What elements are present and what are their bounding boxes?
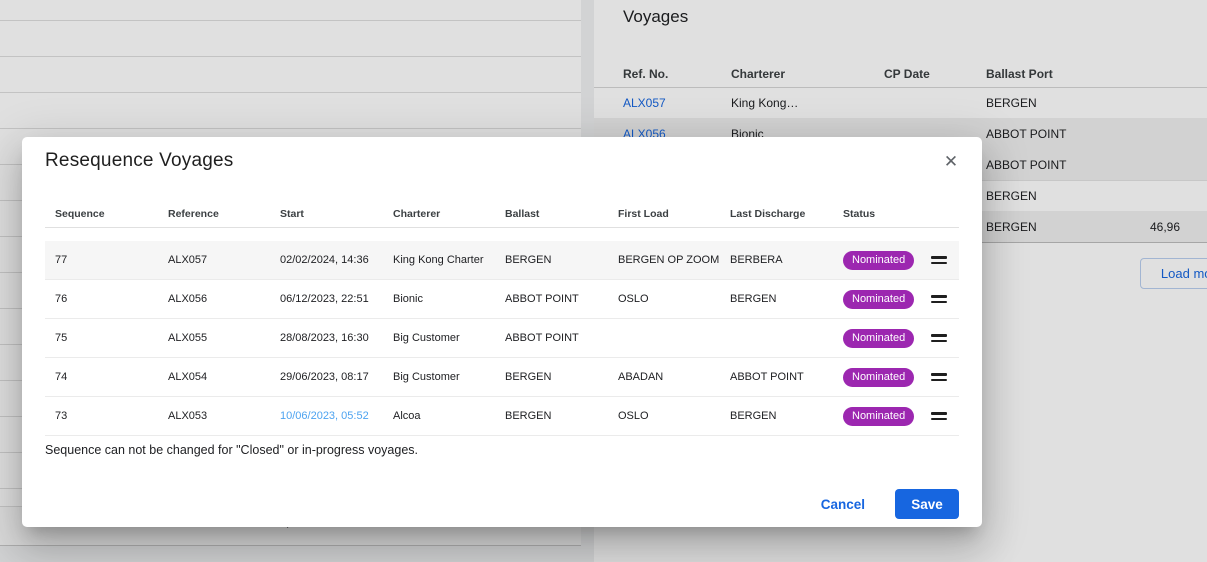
cell-sequence: 76 bbox=[45, 293, 158, 305]
cell-charterer: Alcoa bbox=[383, 410, 495, 422]
voyage-row-73: 73 ALX053 10/06/2023, 05:52 Alcoa BERGEN… bbox=[45, 397, 959, 436]
cell-reference: ALX053 bbox=[158, 410, 270, 422]
status-badge: Nominated bbox=[843, 290, 914, 309]
status-badge: Nominated bbox=[843, 329, 914, 348]
cell-charterer: Bionic bbox=[383, 293, 495, 305]
cell-reference: ALX057 bbox=[158, 254, 270, 266]
cell-last-discharge: BERGEN bbox=[720, 410, 833, 422]
dialog-actions: Cancel Save bbox=[817, 489, 959, 519]
cell-reference: ALX054 bbox=[158, 371, 270, 383]
resequence-header-row: Sequence Reference Start Charterer Balla… bbox=[45, 200, 959, 228]
drag-handle-icon[interactable] bbox=[931, 256, 947, 264]
column-header-first-load: First Load bbox=[608, 208, 720, 220]
cell-first-load: OSLO bbox=[608, 293, 720, 305]
column-header-last-discharge: Last Discharge bbox=[720, 208, 833, 220]
cell-start: 28/08/2023, 16:30 bbox=[270, 332, 383, 344]
drag-handle-icon[interactable] bbox=[931, 373, 947, 381]
cell-last-discharge: BERBERA bbox=[720, 254, 833, 266]
cell-sequence: 75 bbox=[45, 332, 158, 344]
column-header-start: Start bbox=[270, 208, 383, 220]
column-header-sequence: Sequence bbox=[45, 208, 158, 220]
cell-start: 29/06/2023, 08:17 bbox=[270, 371, 383, 383]
cell-ballast: BERGEN bbox=[495, 371, 608, 383]
cell-sequence: 77 bbox=[45, 254, 158, 266]
cell-ballast: BERGEN bbox=[495, 410, 608, 422]
cell-ballast: ABBOT POINT bbox=[495, 332, 608, 344]
cell-ballast: BERGEN bbox=[495, 254, 608, 266]
resequence-voyages-dialog: Resequence Voyages ✕ Sequence Reference … bbox=[22, 137, 982, 527]
resequence-table: Sequence Reference Start Charterer Balla… bbox=[45, 200, 959, 436]
status-badge: Nominated bbox=[843, 368, 914, 387]
cell-start: 06/12/2023, 22:51 bbox=[270, 293, 383, 305]
column-header-status: Status bbox=[833, 208, 919, 220]
status-badge: Nominated bbox=[843, 407, 914, 426]
cell-first-load: OSLO bbox=[608, 410, 720, 422]
voyage-row-75: 75 ALX055 28/08/2023, 16:30 Big Customer… bbox=[45, 319, 959, 358]
cell-start: 02/02/2024, 14:36 bbox=[270, 254, 383, 266]
cell-first-load: BERGEN OP ZOOM bbox=[608, 254, 720, 266]
column-header-ballast: Ballast bbox=[495, 208, 608, 220]
cell-first-load: ABADAN bbox=[608, 371, 720, 383]
cell-last-discharge: BERGEN bbox=[720, 293, 833, 305]
cancel-button[interactable]: Cancel bbox=[817, 497, 869, 512]
status-badge: Nominated bbox=[843, 251, 914, 270]
voyage-row-74: 74 ALX054 29/06/2023, 08:17 Big Customer… bbox=[45, 358, 959, 397]
cell-sequence: 74 bbox=[45, 371, 158, 383]
dialog-note: Sequence can not be changed for "Closed"… bbox=[45, 443, 418, 457]
drag-handle-icon[interactable] bbox=[931, 412, 947, 420]
column-header-reference: Reference bbox=[158, 208, 270, 220]
start-date-link[interactable]: 10/06/2023, 05:52 bbox=[280, 410, 369, 422]
cell-last-discharge: ABBOT POINT bbox=[720, 371, 833, 383]
cell-charterer: King Kong Charter bbox=[383, 254, 495, 266]
dialog-title: Resequence Voyages bbox=[45, 150, 233, 172]
close-icon[interactable]: ✕ bbox=[938, 149, 964, 175]
cell-charterer: Big Customer bbox=[383, 371, 495, 383]
drag-handle-icon[interactable] bbox=[931, 334, 947, 342]
cell-sequence: 73 bbox=[45, 410, 158, 422]
cell-reference: ALX056 bbox=[158, 293, 270, 305]
cell-charterer: Big Customer bbox=[383, 332, 495, 344]
drag-handle-icon[interactable] bbox=[931, 295, 947, 303]
voyage-row-76: 76 ALX056 06/12/2023, 22:51 Bionic ABBOT… bbox=[45, 280, 959, 319]
table-spacer bbox=[45, 228, 959, 241]
cell-ballast: ABBOT POINT bbox=[495, 293, 608, 305]
column-header-charterer: Charterer bbox=[383, 208, 495, 220]
voyage-row-77: 77 ALX057 02/02/2024, 14:36 King Kong Ch… bbox=[45, 241, 959, 280]
save-button[interactable]: Save bbox=[895, 489, 959, 519]
cell-reference: ALX055 bbox=[158, 332, 270, 344]
